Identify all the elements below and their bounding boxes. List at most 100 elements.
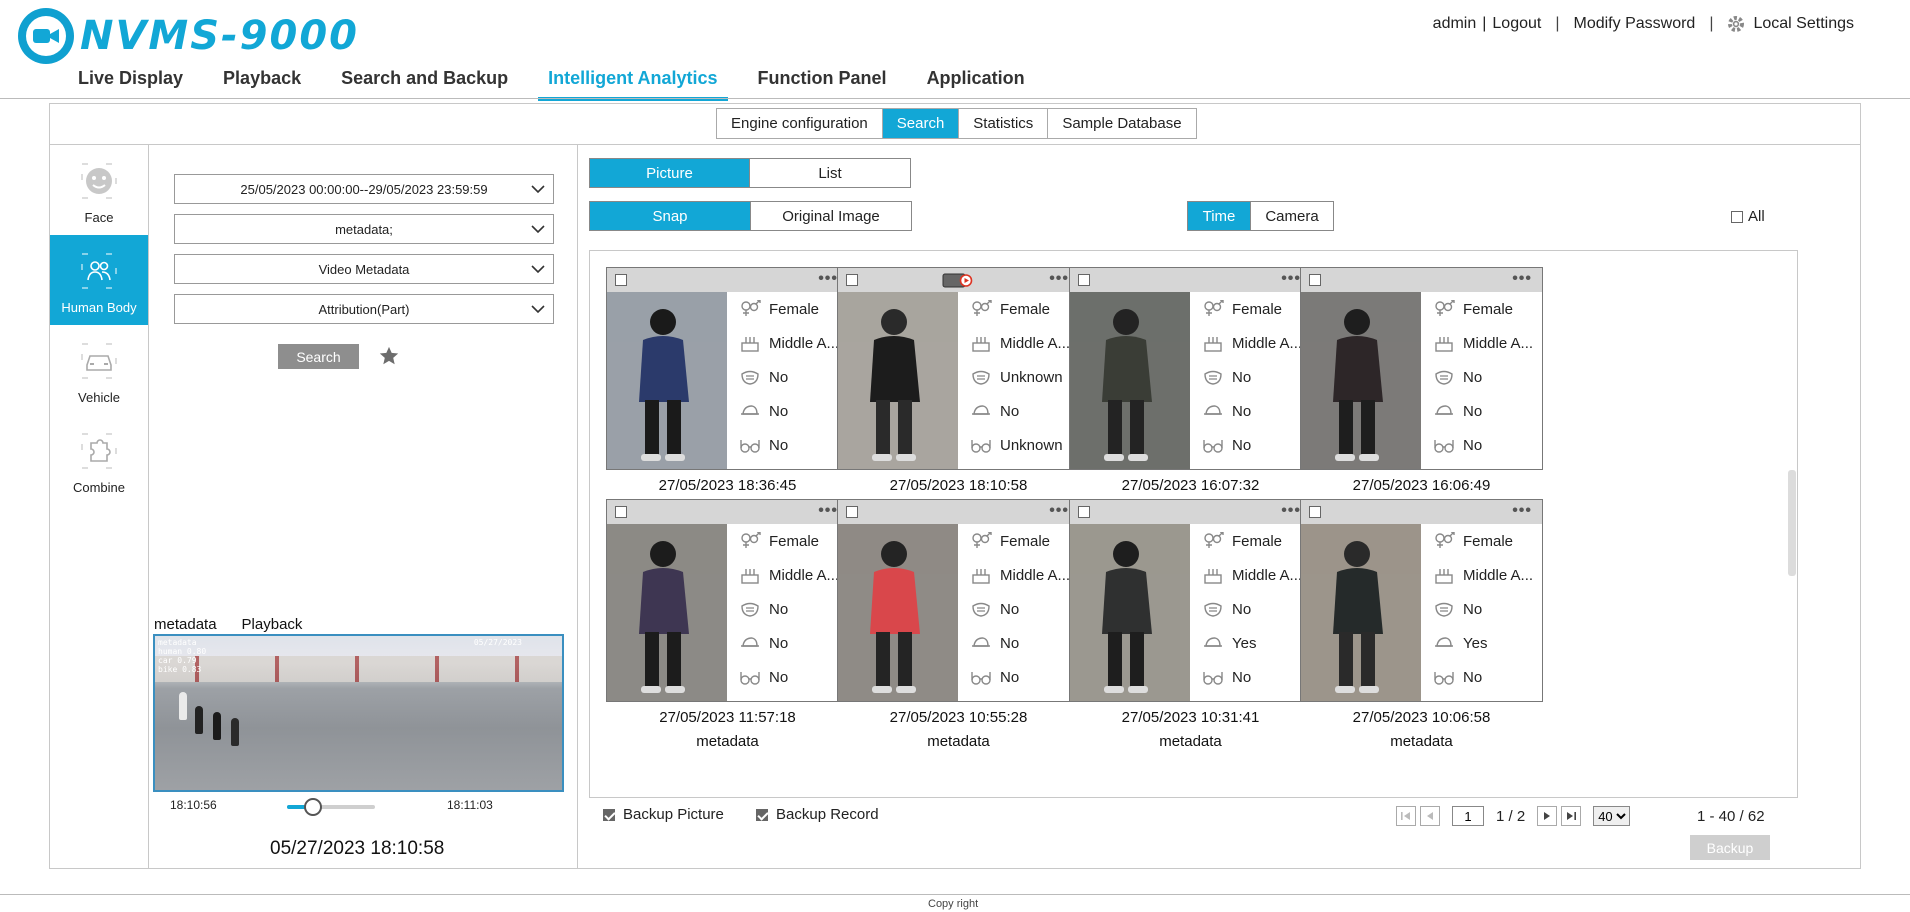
more-options-icon[interactable]: ••• [1281, 502, 1301, 520]
result-card[interactable]: ••• Female Middle A... No No No 27/05/2023 18:… [606, 267, 849, 518]
card-checkbox[interactable] [1309, 274, 1321, 286]
attribute-list: Female Middle A... No Yes No [1194, 524, 1311, 694]
attribute-list: Female Middle A... No No No [731, 524, 848, 694]
nav-function-panel[interactable]: Function Panel [748, 66, 897, 101]
backup-picture-checkbox[interactable] [603, 808, 615, 821]
attribute-value: No [1463, 436, 1483, 454]
view-toggle-list[interactable]: List [750, 159, 910, 187]
sort-toggle-time[interactable]: Time [1188, 202, 1251, 230]
result-thumbnail[interactable]: ••• Female Middle A... Unknown No Unknown [837, 267, 1080, 470]
card-toolbar: ••• [838, 268, 1079, 292]
nav-live-display[interactable]: Live Display [68, 66, 193, 101]
playback-channel: metadata [154, 616, 217, 633]
backup-record-checkbox[interactable] [756, 808, 768, 821]
mask-icon [1194, 600, 1232, 618]
result-card[interactable]: ••• Female Middle A... No No No 27/05/2023 16:… [1300, 267, 1543, 518]
result-card[interactable]: ••• Female Middle A... No Yes No 27/05/2023 10… [1069, 499, 1312, 750]
more-options-icon[interactable]: ••• [1049, 502, 1069, 520]
playback-current-time: 05/27/2023 18:10:58 [270, 838, 445, 859]
more-options-icon[interactable]: ••• [818, 270, 838, 288]
tab-engine-configuration[interactable]: Engine configuration [717, 109, 883, 138]
glasses-icon [731, 436, 769, 454]
backup-picture-option[interactable]: Backup Picture [603, 806, 724, 823]
card-checkbox[interactable] [1309, 506, 1321, 518]
card-checkbox[interactable] [615, 274, 627, 286]
tab-sample-database[interactable]: Sample Database [1048, 109, 1195, 138]
sort-toggle-camera[interactable]: Camera [1251, 202, 1333, 230]
more-options-icon[interactable]: ••• [1512, 270, 1532, 288]
nav-playback[interactable]: Playback [213, 66, 311, 101]
prev-page-icon[interactable] [1420, 806, 1440, 826]
sub-tabs: Engine configuration Search Statistics Samp… [716, 108, 1197, 139]
result-card[interactable]: ••• Female Middle A... No No No 27/05/2023 10:… [837, 499, 1080, 750]
result-thumbnail[interactable]: ••• Female Middle A... No No No [606, 499, 849, 702]
time-range-select[interactable]: 25/05/2023 00:00:00--29/05/2023 23:59:59 [174, 174, 554, 204]
result-time: 27/05/2023 11:57:18 [659, 709, 796, 726]
tab-statistics[interactable]: Statistics [959, 109, 1049, 138]
result-thumbnail[interactable]: ••• Female Middle A... No No No [1069, 267, 1312, 470]
local-settings-link[interactable]: Local Settings [1753, 15, 1854, 33]
nav-intelligent-analytics[interactable]: Intelligent Analytics [538, 66, 728, 101]
record-video-icon[interactable] [942, 273, 974, 288]
modify-password-link[interactable]: Modify Password [1574, 15, 1696, 33]
result-thumbnail[interactable]: ••• Female Middle A... No Yes No [1069, 499, 1312, 702]
select-all[interactable]: All [1731, 208, 1765, 225]
chevron-down-icon [531, 225, 545, 234]
first-page-icon[interactable] [1396, 806, 1416, 826]
result-card[interactable]: ••• Female Middle A... No No No 27/05/2023 16:… [1069, 267, 1312, 518]
last-page-icon[interactable] [1561, 806, 1582, 826]
source-select[interactable]: Video Metadata [174, 254, 554, 284]
card-checkbox[interactable] [1078, 506, 1090, 518]
logout-link[interactable]: Logout [1492, 15, 1541, 33]
gear-icon[interactable] [1727, 15, 1745, 33]
result-card[interactable]: ••• Female Middle A... No No No 27/05/2023 11:… [606, 499, 849, 750]
card-checkbox[interactable] [846, 506, 858, 518]
page-number-input[interactable] [1452, 806, 1484, 826]
playback-video[interactable]: metadata human 0.80 car 0.79 bike 0.83 05/2… [153, 634, 564, 792]
playback-slider[interactable] [287, 798, 375, 816]
per-page-select[interactable]: 40 [1593, 806, 1631, 826]
glasses-icon [1425, 436, 1463, 454]
image-toggle-original-image[interactable]: Original Image [751, 202, 911, 230]
select-all-checkbox[interactable] [1731, 210, 1743, 223]
nav-search-and-backup[interactable]: Search and Backup [331, 66, 518, 101]
search-button[interactable]: Search [278, 344, 359, 369]
result-thumbnail[interactable]: ••• Female Middle A... No No No [606, 267, 849, 470]
card-checkbox[interactable] [1078, 274, 1090, 286]
image-toggle-snap[interactable]: Snap [590, 202, 751, 230]
tab-search[interactable]: Search [882, 109, 960, 138]
card-toolbar: ••• [607, 500, 848, 524]
view-toggle-picture[interactable]: Picture [590, 159, 750, 187]
result-card[interactable]: ••• Female Middle A... Unknown No Unknown 27/0… [837, 267, 1080, 518]
results-scrollbar[interactable] [1788, 470, 1796, 576]
channel-select[interactable]: metadata; [174, 214, 554, 244]
sidebar-item-combine[interactable]: Combine [50, 415, 148, 505]
attribute-value: Middle A... [1000, 566, 1071, 584]
star-icon[interactable] [378, 345, 400, 367]
backup-record-option[interactable]: Backup Record [756, 806, 879, 823]
hat-icon [1425, 402, 1463, 420]
sidebar-item-vehicle[interactable]: Vehicle [50, 325, 148, 415]
attribute-value: Female [1000, 532, 1051, 550]
nav-application[interactable]: Application [917, 66, 1035, 101]
attribute-value: Female [769, 300, 820, 318]
sidebar-item-label: Face [84, 210, 114, 225]
attribute-value: No [769, 634, 789, 652]
attribution-select[interactable]: Attribution(Part) [174, 294, 554, 324]
age-icon [731, 334, 769, 352]
result-thumbnail[interactable]: ••• Female Middle A... No No No [1300, 267, 1543, 470]
result-thumbnail[interactable]: ••• Female Middle A... No Yes No [1300, 499, 1543, 702]
backup-button[interactable]: Backup [1690, 835, 1770, 860]
result-card[interactable]: ••• Female Middle A... No Yes No 27/05/2023 10… [1300, 499, 1543, 750]
more-options-icon[interactable]: ••• [818, 502, 838, 520]
card-checkbox[interactable] [846, 274, 858, 286]
more-options-icon[interactable]: ••• [1512, 502, 1532, 520]
sidebar-item-face[interactable]: Face [50, 145, 148, 235]
more-options-icon[interactable]: ••• [1049, 270, 1069, 288]
more-options-icon[interactable]: ••• [1281, 270, 1301, 288]
result-thumbnail[interactable]: ••• Female Middle A... No No No [837, 499, 1080, 702]
sidebar-item-human-body[interactable]: Human Body [50, 235, 148, 325]
card-toolbar: ••• [1301, 500, 1542, 524]
next-page-icon[interactable] [1537, 806, 1558, 826]
card-checkbox[interactable] [615, 506, 627, 518]
